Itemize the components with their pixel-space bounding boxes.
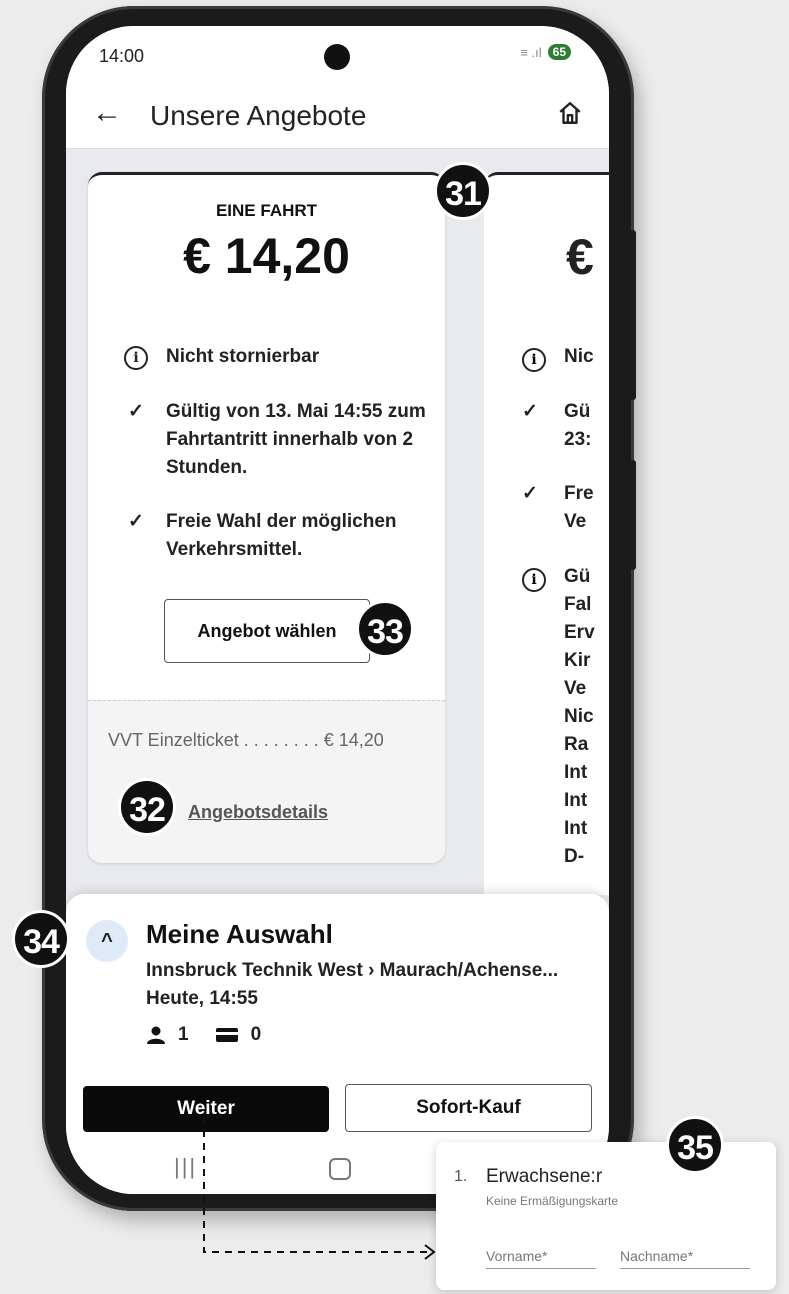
- check-icon: ✓: [128, 511, 144, 532]
- check-icon: ✓: [522, 483, 538, 504]
- passenger-discount: Keine Ermäßigungskarte: [486, 1194, 619, 1208]
- offer2-line: Gü: [564, 566, 591, 587]
- check-icon: ✓: [128, 401, 144, 422]
- side-button: [630, 230, 636, 400]
- selection-route: Innsbruck Technik West › Maurach/Achense…: [146, 960, 559, 981]
- passenger-form-popup: 1. Erwachsene:r Keine Ermäßigungskarte V…: [436, 1142, 776, 1290]
- choose-offer-button[interactable]: Angebot wählen: [164, 599, 370, 663]
- check-icon: ✓: [522, 401, 538, 422]
- discount-card-icon: [215, 1028, 238, 1042]
- passenger-title: Erwachsene:r: [486, 1166, 603, 1187]
- selection-title: Meine Auswahl: [146, 919, 333, 949]
- lastname-field[interactable]: Nachname*: [620, 1248, 750, 1269]
- connector-arrow: [203, 1117, 436, 1260]
- annotation-badge-34: 34: [12, 910, 70, 968]
- offer2-line: 23:: [564, 429, 592, 450]
- offer2-line: Ve: [564, 511, 587, 532]
- feature-text: Nicht stornierbar: [166, 346, 320, 367]
- info-icon: i: [522, 348, 546, 372]
- person-icon: [147, 1026, 165, 1044]
- offer-kicker: EINE FAHRT: [215, 201, 318, 220]
- offer2-line: Kir: [564, 650, 591, 671]
- front-camera: [324, 44, 350, 70]
- annotation-badge-31: 31: [434, 162, 492, 220]
- offer2-line: Erv: [564, 622, 595, 643]
- phone-screen: 14:00 ≡ .ıl 65 ← Unsere Angebote EINE FA…: [66, 26, 609, 1194]
- offer2-line: Int: [564, 818, 588, 839]
- feature-free-choice: ✓ Freie Wahl der möglichen Verkehrsmitte…: [124, 508, 434, 564]
- person-count: 1: [178, 1024, 189, 1045]
- offer2-line: D-: [564, 846, 585, 867]
- status-bar: 14:00 ≡ .ıl 65: [66, 26, 609, 84]
- annotation-badge-35: 35: [666, 1116, 724, 1174]
- battery-icon: 65: [547, 44, 571, 60]
- offer2-line: Ve: [564, 678, 587, 699]
- feature-validity: ✓ Gültig von 13. Mai 14:55 zum Fahrtantr…: [124, 398, 434, 482]
- annotation-badge-32: 32: [118, 778, 176, 836]
- passenger-number: 1.: [454, 1168, 468, 1185]
- selection-date: Heute, 14:55: [146, 988, 258, 1009]
- side-button: [630, 460, 636, 570]
- status-time: 14:00: [99, 46, 145, 66]
- offer-card: EINE FAHRT € 14,20 i Nicht stornierbar ✓…: [88, 172, 445, 863]
- offer-details-link[interactable]: Angebotsdetails: [188, 802, 328, 823]
- arrow-left-icon[interactable]: ←: [92, 96, 122, 130]
- app-bar: ← Unsere Angebote: [66, 84, 609, 149]
- offer2-line: Fal: [564, 594, 592, 615]
- offer2-price: €: [566, 229, 594, 285]
- page-title: Unsere Angebote: [150, 100, 367, 131]
- info-icon: i: [522, 568, 546, 592]
- offer2-line: Gü: [564, 401, 591, 422]
- offer-price: € 14,20: [183, 228, 350, 284]
- offer-card-2: - € i Nic ✓ Gü 23: ✓ Fre Ve i Gü Fal Erv…: [484, 172, 609, 895]
- offer2-line: Int: [564, 790, 588, 811]
- feature-text: Freie Wahl der möglichen Verkehrsmittel.: [166, 511, 397, 560]
- card-count: 0: [250, 1024, 262, 1045]
- ticket-line: VVT Einzelticket . . . . . . . . € 14,20: [108, 730, 384, 750]
- status-icons: ≡ .ıl 65: [520, 44, 571, 60]
- signal-icon: ≡ .ıl: [520, 44, 542, 60]
- firstname-field[interactable]: Vorname*: [486, 1248, 596, 1269]
- offer2-line: Int: [564, 762, 588, 783]
- offer2-line: Nic: [564, 346, 594, 367]
- feature-text: Gültig von 13. Mai 14:55 zum Fahrtantrit…: [166, 401, 426, 478]
- offer2-line: Fre: [564, 483, 594, 504]
- feature-not-cancellable: i Nicht stornierbar: [124, 343, 434, 371]
- offer2-line: Ra: [564, 734, 589, 755]
- info-icon: i: [124, 346, 148, 370]
- selection-counts: 1 0: [146, 1024, 261, 1046]
- annotation-badge-33: 33: [356, 600, 414, 658]
- offer2-line: Nic: [564, 706, 594, 727]
- home-icon[interactable]: [557, 100, 583, 126]
- recents-icon[interactable]: |||: [174, 1154, 197, 1180]
- chevron-up-icon[interactable]: ^: [86, 920, 128, 962]
